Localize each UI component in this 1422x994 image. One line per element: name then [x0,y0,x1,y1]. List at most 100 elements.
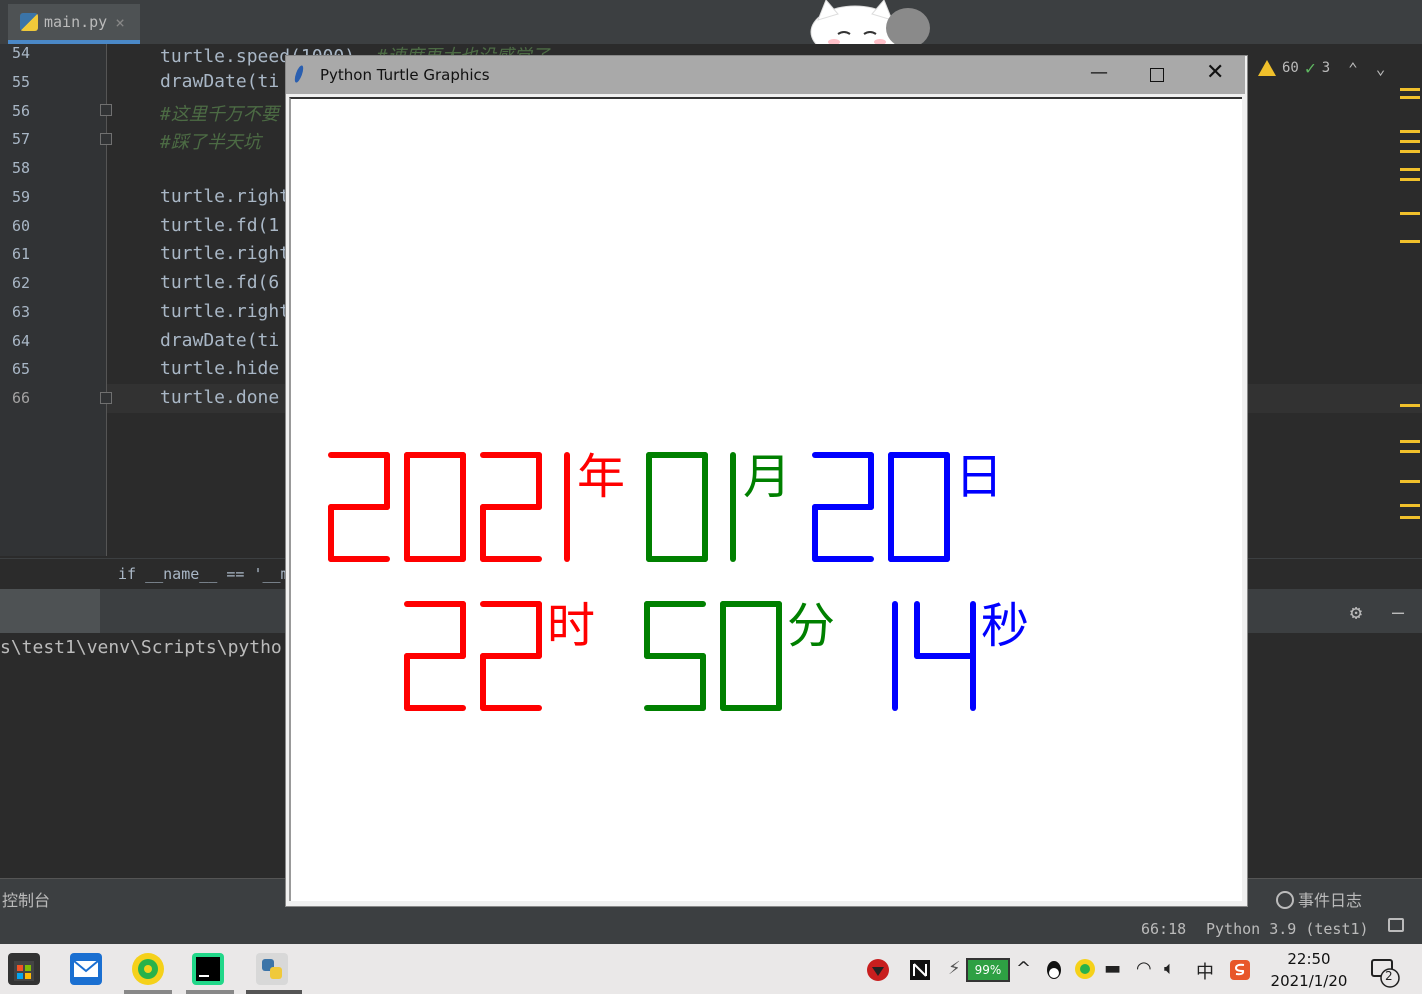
minimize-button[interactable]: — [1090,62,1108,83]
code-line: drawDate(ti [160,71,280,92]
scroll-marker[interactable] [1400,440,1420,443]
mail-icon[interactable] [70,953,102,985]
line-number: 57 [12,130,31,148]
event-log-icon [1276,891,1294,909]
editor-tab-bar [0,0,1422,44]
scroll-marker[interactable] [1400,516,1420,519]
line-number: 59 [12,188,31,206]
scroll-marker[interactable] [1400,212,1420,215]
scroll-marker[interactable] [1400,240,1420,243]
line-number: 55 [12,73,31,91]
check-icon: ✓ [1304,57,1316,79]
line-number: 63 [12,303,31,321]
line-number: 60 [12,217,31,235]
line-number: 56 [12,102,31,120]
tab-label: main.py [44,13,108,31]
fold-marker-icon[interactable] [100,104,112,116]
date-unit-label: 秒 [981,598,1029,654]
interpreter-selector[interactable]: Python 3.9 (test1) [1206,920,1369,938]
scroll-marker[interactable] [1400,140,1420,143]
volume-icon[interactable]: 🔈︎ [1164,958,1175,979]
clock-date: 2021/1/20 [1270,972,1348,990]
code-line: turtle.fd(6 [160,272,280,293]
taskbar-active-indicator [186,990,234,994]
window-title: Python Turtle Graphics [320,66,490,84]
warning-count: 60 [1282,60,1299,76]
ime-indicator[interactable]: 中 [1196,958,1214,984]
fold-marker-icon[interactable] [100,133,112,145]
fold-marker-icon[interactable] [100,392,112,404]
code-line: turtle.right [160,301,291,322]
turtle-canvas[interactable]: 年 月 日时 分 秒 [289,97,1242,901]
feather-icon [293,64,305,84]
scroll-marker[interactable] [1400,504,1420,507]
line-number: 66 [12,389,31,407]
check-count: 3 [1321,60,1331,76]
chevron-up-icon[interactable]: ⌃ [1348,59,1358,78]
notification-center-icon[interactable]: 2 [1370,956,1402,993]
console-tab[interactable]: 控制台 [2,887,50,911]
close-button[interactable]: ✕ [1206,60,1224,85]
battery-indicator[interactable]: 99% [966,958,1010,982]
code-line: turtle.right [160,243,291,264]
scroll-marker[interactable] [1400,480,1420,483]
python-icon[interactable] [256,953,288,985]
line-number: 65 [12,360,31,378]
device-icon[interactable]: ▬ [1104,958,1121,979]
tray-app-icon[interactable] [866,958,890,987]
turtle-drawing: 年 月 日时 分 秒 [328,449,1029,711]
gear-icon[interactable]: ⚙ [1350,600,1362,624]
wifi-icon[interactable]: ◠ [1136,958,1152,979]
line-number: 58 [12,159,31,177]
event-log-tab[interactable]: 事件日志 [1276,887,1362,911]
line-number: 61 [12,245,31,263]
run-tab[interactable] [0,589,100,633]
line-number: 62 [12,274,31,292]
store-icon[interactable] [8,953,40,985]
hide-panel-icon[interactable]: — [1392,600,1404,624]
chevron-up-icon[interactable]: ^ [1016,958,1031,979]
date-unit-label: 月 [743,449,791,505]
scroll-marker[interactable] [1400,88,1420,91]
scroll-marker[interactable] [1400,130,1420,133]
tab-main-py[interactable]: main.py × [8,4,140,44]
code-line: turtle.hide [160,358,280,379]
taskbar-active-indicator [246,990,302,994]
line-number-gutter [0,44,107,556]
code-line: turtle.right [160,186,291,207]
inspection-widget[interactable]: 60 ✓ 3 ⌃ ⌄ [1258,56,1385,80]
python-file-icon [20,13,38,31]
code-line: drawDate(ti [160,330,280,351]
line-number: 64 [12,332,31,350]
date-unit-label: 日 [955,449,1003,505]
power-icon[interactable]: ⚡ [948,958,961,979]
code-comment: #这里千万不要 [160,104,279,125]
qq-icon[interactable] [1044,958,1064,987]
date-unit-label: 分 [787,598,835,654]
scroll-marker[interactable] [1400,96,1420,99]
qq-music-icon[interactable] [132,953,164,985]
scroll-marker[interactable] [1400,178,1420,181]
warning-icon [1258,60,1276,76]
line-number: 54 [12,44,31,62]
scroll-marker[interactable] [1400,150,1420,153]
taskbar-active-indicator [124,990,172,994]
close-tab-icon[interactable]: × [115,13,125,32]
code-line: turtle.done [160,387,280,408]
pycharm-icon[interactable] [192,953,224,985]
code-comment: #踩了半天坑 [160,132,261,153]
chevron-down-icon[interactable]: ⌄ [1376,59,1386,78]
maximize-button[interactable] [1150,68,1164,82]
scroll-marker[interactable] [1400,450,1420,453]
scroll-marker[interactable] [1400,404,1420,407]
notification-count: 2 [1385,969,1393,983]
caret-position[interactable]: 66:18 [1141,920,1186,938]
lock-icon[interactable] [1388,918,1404,932]
code-line: turtle.fd(1 [160,215,280,236]
date-unit-label: 时 [547,598,595,654]
sogou-icon[interactable] [1228,958,1252,987]
notion-icon[interactable] [908,958,932,987]
scroll-marker[interactable] [1400,168,1420,171]
system-clock[interactable]: 22:50 2021/1/20 [1262,948,1356,992]
qq-music-tray-icon[interactable] [1074,958,1096,985]
